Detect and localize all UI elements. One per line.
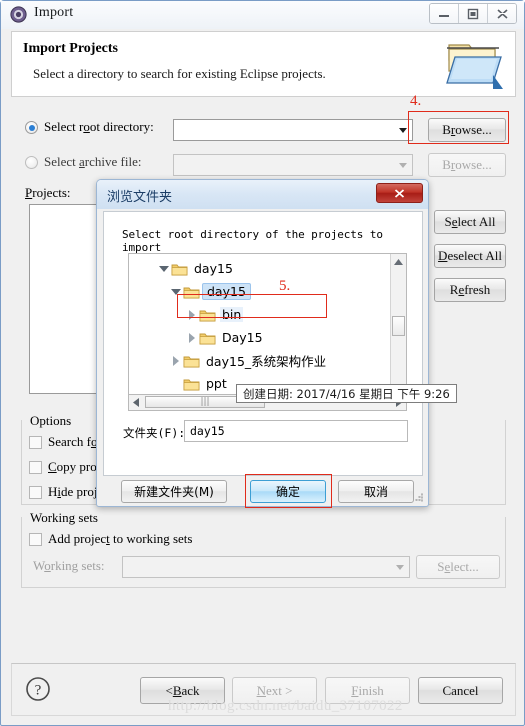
checkbox-box[interactable] bbox=[29, 486, 42, 499]
collapse-arrow-icon[interactable] bbox=[185, 327, 199, 348]
select-root-directory-radio[interactable] bbox=[25, 121, 38, 134]
tree-item-day15-root[interactable]: day15 bbox=[157, 258, 235, 279]
eclipse-import-icon bbox=[10, 6, 27, 23]
chevron-down-icon bbox=[399, 128, 407, 133]
tree-item-Day15[interactable]: Day15 bbox=[185, 327, 265, 348]
tree-vertical-scrollbar[interactable] bbox=[390, 254, 406, 394]
projects-label: Projects: bbox=[25, 185, 71, 200]
tree-item-label: bin bbox=[220, 307, 244, 322]
chevron-down-icon bbox=[399, 163, 407, 168]
root-directory-combo[interactable] bbox=[173, 119, 413, 141]
annotation-number-4: 4. bbox=[410, 93, 422, 109]
tree-item-day15-selected[interactable]: day15 bbox=[169, 281, 251, 302]
window-controls bbox=[429, 3, 517, 24]
select-all-button[interactable]: Se lect All bbox=[434, 210, 506, 234]
tree-item-label: day15 bbox=[194, 261, 233, 276]
checkbox-box[interactable] bbox=[29, 461, 42, 474]
cancel-button[interactable]: Cancel bbox=[418, 677, 503, 704]
options-group-title: Options bbox=[27, 413, 75, 429]
working-sets-combo bbox=[122, 556, 410, 578]
root-directory-row: Select root directory: Br owse... bbox=[11, 117, 516, 142]
deselect-all-button[interactable]: Deselect All bbox=[434, 244, 506, 268]
folder-name-input[interactable]: day15 bbox=[184, 420, 408, 442]
chevron-down-icon bbox=[396, 565, 404, 570]
working-sets-label: Working sets: bbox=[33, 558, 105, 573]
close-icon[interactable] bbox=[376, 183, 423, 203]
folder-icon bbox=[183, 377, 200, 391]
refresh-button[interactable]: Re fresh bbox=[434, 278, 506, 302]
scroll-up-icon[interactable] bbox=[391, 254, 406, 270]
help-icon[interactable]: ? bbox=[25, 676, 51, 702]
checkbox-box[interactable] bbox=[29, 436, 42, 449]
page-description: Select a directory to search for existin… bbox=[33, 66, 326, 81]
wizard-header: Import Projects Select a directory to se… bbox=[11, 31, 516, 97]
select-archive-file-radio[interactable] bbox=[25, 156, 38, 169]
folder-name-label: 文件夹(F): bbox=[123, 426, 186, 440]
svg-text:?: ? bbox=[35, 683, 42, 699]
resize-grip-icon[interactable] bbox=[413, 492, 424, 503]
checkbox-label: Add project to working sets bbox=[48, 531, 193, 546]
window-title: Import bbox=[34, 5, 74, 20]
close-icon[interactable] bbox=[488, 4, 516, 23]
folder-icon bbox=[183, 354, 200, 368]
projects-list[interactable] bbox=[29, 204, 106, 394]
folder-icon bbox=[171, 262, 188, 276]
working-sets-select-button: Se lect... bbox=[416, 555, 500, 579]
checkbox-box[interactable] bbox=[29, 533, 42, 546]
tree-item-label: day15 bbox=[202, 283, 251, 300]
archive-file-row: Select archive file: Br owse... bbox=[11, 152, 516, 177]
folder-tree[interactable]: day15 day15 bin Day15 day15_系统架构作业 ppt bbox=[128, 253, 407, 395]
folder-dialog-titlebar: 浏览文件夹 bbox=[97, 180, 428, 209]
maximize-icon[interactable] bbox=[459, 4, 488, 23]
annotation-number-5: 5. bbox=[279, 278, 291, 294]
select-root-directory-label: Select root directory: bbox=[44, 119, 154, 134]
collapse-arrow-icon[interactable] bbox=[185, 304, 199, 325]
archive-file-combo bbox=[173, 154, 413, 176]
select-archive-file-label: Select archive file: bbox=[44, 154, 142, 169]
folder-icon bbox=[199, 308, 216, 322]
tree-item-ppt[interactable]: ppt bbox=[169, 373, 229, 394]
tree-item-label: ppt bbox=[206, 376, 227, 391]
folder-dialog-title: 浏览文件夹 bbox=[107, 190, 173, 205]
expand-arrow-icon[interactable] bbox=[169, 281, 183, 302]
tree-item-bin[interactable]: bin bbox=[185, 304, 244, 325]
page-title: Import Projects bbox=[23, 41, 118, 56]
tree-item-day15-architecture[interactable]: day15_系统架构作业 bbox=[169, 350, 328, 371]
folder-created-date-tooltip: 创建日期: 2017/4/16 星期日 下午 9:26 bbox=[236, 384, 457, 403]
tree-item-label: Day15 bbox=[222, 330, 263, 345]
folder-dialog-prompt: Select root directory of the projects to… bbox=[122, 228, 383, 254]
cancel-button[interactable]: 取消 bbox=[338, 480, 414, 503]
window-titlebar: Import bbox=[1, 1, 524, 29]
folder-icon bbox=[199, 331, 216, 345]
folder-dialog-panel: Select root directory of the projects to… bbox=[103, 211, 457, 476]
scrollbar-thumb[interactable] bbox=[392, 316, 405, 336]
browse-for-folder-dialog: 浏览文件夹 Select root directory of the proje… bbox=[96, 179, 457, 508]
folder-icon bbox=[183, 285, 200, 299]
working-sets-group-title: Working sets bbox=[27, 510, 101, 526]
scroll-left-icon[interactable] bbox=[129, 395, 144, 409]
new-folder-button[interactable]: 新建文件夹(M) bbox=[121, 480, 227, 503]
tree-item-label: day15_系统架构作业 bbox=[206, 354, 327, 369]
collapse-arrow-icon[interactable] bbox=[169, 350, 183, 371]
browse-root-directory-button[interactable]: Br owse... bbox=[428, 118, 506, 142]
minimize-icon[interactable] bbox=[430, 4, 459, 23]
expand-arrow-icon[interactable] bbox=[157, 258, 171, 279]
ok-button[interactable]: 确定 bbox=[250, 480, 326, 503]
import-folder-icon bbox=[441, 35, 507, 93]
watermark: http://blog.csdn.net/baidu_37107022 bbox=[168, 698, 403, 714]
browse-archive-file-button: Br owse... bbox=[428, 153, 506, 177]
